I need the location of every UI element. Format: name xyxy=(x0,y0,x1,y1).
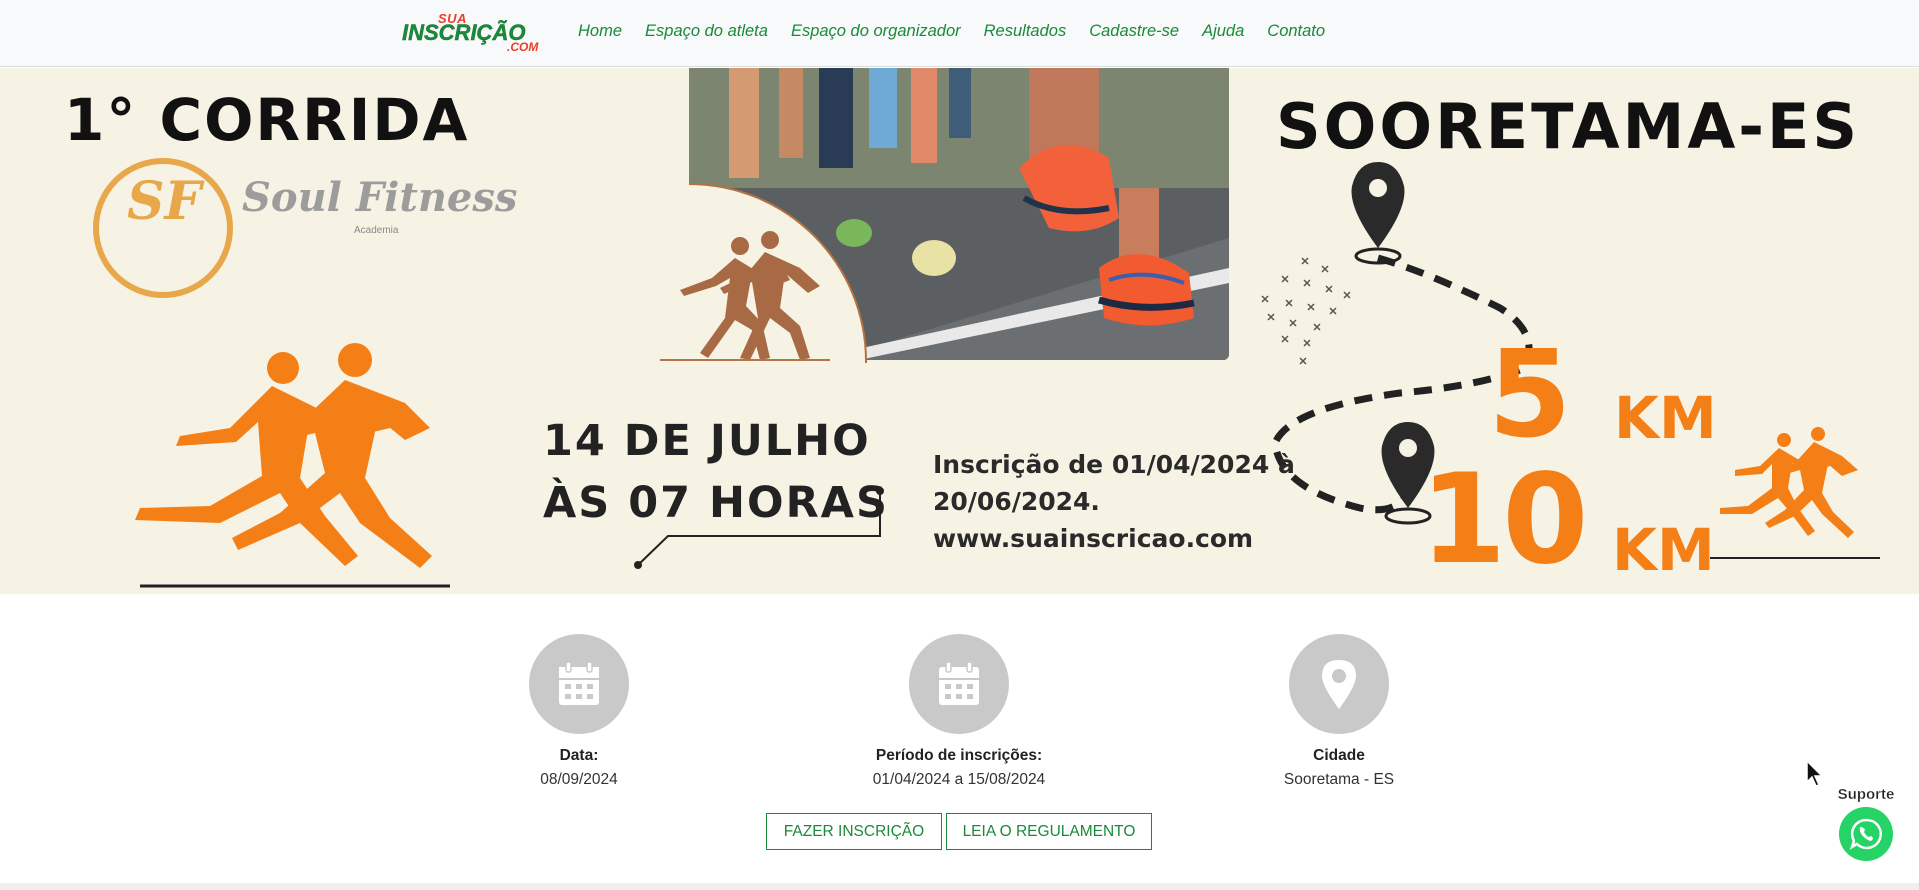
register-button[interactable]: FAZER INSCRIÇÃO xyxy=(766,813,942,850)
rules-button[interactable]: LEIA O REGULAMENTO xyxy=(946,813,1152,850)
orange-runners-right-icon xyxy=(1720,427,1858,538)
info-period-value: 01/04/2024 a 15/08/2024 xyxy=(872,771,1046,788)
support-widget[interactable]: Suporte xyxy=(1834,786,1898,861)
banner-title-left: 1° CORRIDA xyxy=(64,86,470,154)
calendar-icon xyxy=(529,634,629,734)
map-pin-top-icon xyxy=(1351,162,1405,265)
info-date-label: Data: xyxy=(559,747,599,764)
nav-link-cadastre-se[interactable]: Cadastre-se xyxy=(1089,22,1179,41)
nav-link-ajuda[interactable]: Ajuda xyxy=(1202,22,1244,41)
nav-link-espaco-atleta[interactable]: Espaço do atleta xyxy=(645,22,768,41)
event-banner: 1° CORRIDA SOORETAMA-ES SF Soul Fitness … xyxy=(0,68,1919,594)
site-logo[interactable]: SUA INSCRIÇÃO .COM xyxy=(402,11,554,54)
banner-insc-line3: www.suainscricao.com xyxy=(933,524,1254,553)
info-city-value: Sooretama - ES xyxy=(1283,771,1395,788)
banner-date-line1: 14 DE JULHO xyxy=(543,416,871,466)
navbar: SUA INSCRIÇÃO .COM Home Espaço do atleta… xyxy=(0,0,1919,67)
footer-strip xyxy=(0,883,1919,890)
info-city-label: Cidade xyxy=(1313,747,1365,764)
sponsor-subtitle: Academia xyxy=(354,225,399,236)
distance-5-number: 5 xyxy=(1488,326,1572,465)
distance-5-unit: KM xyxy=(1614,384,1717,452)
banner-insc-line2: 20/06/2024. xyxy=(933,487,1100,516)
nav-link-home[interactable]: Home xyxy=(578,22,622,41)
orange-runners-left-icon xyxy=(135,343,432,568)
banner-registration-info: Inscrição de 01/04/2024 à 20/06/2024. ww… xyxy=(933,446,1295,557)
info-city: Cidade Sooretama - ES xyxy=(1219,634,1459,789)
sponsor-name: Soul Fitness xyxy=(242,174,518,221)
distance-10-number: 10 xyxy=(1420,448,1589,592)
sponsor-logo-initials: SF xyxy=(127,171,202,232)
location-pin-icon xyxy=(1289,634,1389,734)
nav-links: Home Espaço do atleta Espaço do organiza… xyxy=(578,22,1348,41)
banner-date-line2: ÀS 07 HORAS xyxy=(543,478,889,528)
brown-runners-icon xyxy=(680,231,820,360)
info-registration-period: Período de inscrições: 01/04/2024 a 15/0… xyxy=(839,634,1079,789)
distance-10-unit: KM xyxy=(1612,516,1715,584)
banner-insc-line1: Inscrição de 01/04/2024 à xyxy=(933,450,1295,479)
info-period-label: Período de inscrições: xyxy=(875,747,1043,764)
support-label: Suporte xyxy=(1837,786,1895,803)
nav-link-resultados[interactable]: Resultados xyxy=(984,22,1067,41)
decorative-x-marks xyxy=(1261,257,1351,365)
nav-link-contato[interactable]: Contato xyxy=(1267,22,1325,41)
calendar-icon xyxy=(909,634,1009,734)
info-date-value: 08/09/2024 xyxy=(540,771,618,788)
nav-link-espaco-organizador[interactable]: Espaço do organizador xyxy=(791,22,961,41)
whatsapp-icon[interactable] xyxy=(1839,807,1893,861)
banner-title-right: SOORETAMA-ES xyxy=(1276,90,1861,163)
logo-suffix-text: .COM xyxy=(507,40,539,54)
info-date: Data: 08/09/2024 xyxy=(459,634,699,789)
mouse-cursor-icon xyxy=(1806,760,1824,787)
banner-event-date: 14 DE JULHO ÀS 07 HORAS xyxy=(543,410,889,534)
